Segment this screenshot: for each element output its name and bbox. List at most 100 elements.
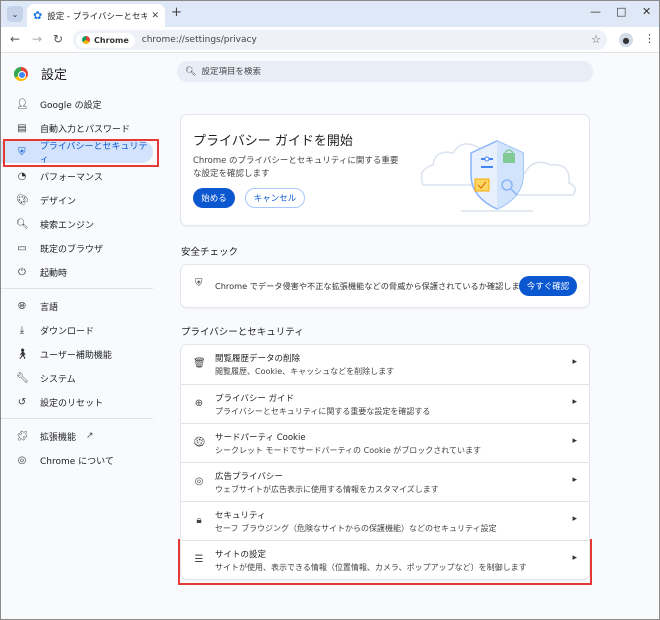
settings-search[interactable]: 🔍︎	[177, 61, 593, 82]
url-text[interactable]: chrome://settings/privacy	[142, 35, 257, 45]
privacy-section-heading: プライバシーとセキュリティ	[181, 327, 304, 338]
sidebar-item-label: パフォーマンス	[40, 172, 103, 183]
cookie-icon: 🍪︎	[193, 437, 206, 448]
row-title: 広告プライバシー	[215, 472, 283, 482]
sidebar-item-label: 起動時	[40, 268, 68, 279]
sidebar-item-on-startup[interactable]: ⏻ 起動時	[1, 261, 153, 283]
row-title: プライバシー ガイド	[215, 394, 295, 404]
maximize-button[interactable]: □	[616, 5, 626, 18]
privacy-guide-illustration	[420, 140, 576, 212]
row-ad-privacy[interactable]: ◎ 広告プライバシー ウェブサイトが広告表示に使用する情報をカスタマイズします …	[181, 462, 589, 501]
row-description: プライバシーとセキュリティに関する重要な設定を確認する	[215, 407, 431, 416]
safety-check-text: Chrome でデータ侵害や不正な拡張機能などの脅威から保護されているか確認しま…	[215, 281, 528, 291]
chevron-right-icon: ▸	[572, 436, 577, 446]
settings-page: 設定 🔍︎ 👤︎ Google の設定 ▤ 自動入力とパスワード ⛨ プライバシーとセ…	[1, 53, 659, 619]
gear-icon: ✿	[33, 9, 43, 22]
sidebar-item-label: ダウンロード	[40, 326, 95, 337]
start-guide-button[interactable]: 始める	[193, 188, 235, 208]
chip-label: Chrome	[94, 35, 129, 45]
active-tab[interactable]: ✿ 設定 - プライバシーとセキュリティ ✕	[27, 4, 165, 27]
privacy-guide-card: プライバシー ガイドを開始 Chrome のプライバシーとセキュリティに関する重…	[181, 115, 589, 225]
safety-check-button[interactable]: 今すぐ確認	[519, 276, 577, 296]
row-title: サードパーティ Cookie	[215, 433, 306, 443]
sidebar-item-label: 言語	[40, 302, 59, 313]
row-description: ウェブサイトが広告表示に使用する情報をカスタマイズします	[215, 485, 439, 494]
forward-button[interactable]: →	[32, 32, 42, 46]
chevron-right-icon: ▸	[572, 475, 577, 485]
close-window-button[interactable]: ✕	[642, 5, 651, 18]
chrome-icon	[82, 36, 90, 44]
trash-icon: 🗑︎	[193, 358, 206, 369]
settings-brand: 設定	[14, 64, 67, 83]
chevron-right-icon: ▸	[572, 357, 577, 367]
row-title: セキュリティ	[215, 511, 266, 521]
sidebar-item-reset[interactable]: ↺ 設定のリセット	[1, 391, 153, 413]
sidebar-item-accessibility[interactable]: 🚶︎ ユーザー補助機能	[1, 343, 153, 365]
cancel-guide-button[interactable]: キャンセル	[245, 188, 305, 208]
row-description: 閲覧履歴、Cookie、キャッシュなどを削除します	[215, 367, 395, 376]
row-security[interactable]: 🔒︎ セキュリティ セーフ ブラウジング（危険なサイトからの保護機能）などのセキ…	[181, 501, 589, 540]
site-info-chip[interactable]: Chrome	[76, 32, 135, 48]
chevron-right-icon: ▸	[572, 397, 577, 407]
sidebar-item-search-engine[interactable]: 🔍︎ 検索エンジン	[1, 213, 153, 235]
accessibility-icon: 🚶︎	[16, 348, 29, 360]
new-tab-button[interactable]: +	[171, 5, 182, 20]
safety-check-card: ⛨ Chrome でデータ侵害や不正な拡張機能などの脅威から保護されているか確認…	[181, 265, 589, 307]
chrome-icon: ◎	[17, 454, 27, 466]
sidebar-divider	[1, 288, 153, 289]
sidebar-item-label: 既定のブラウザ	[40, 244, 104, 255]
safety-check-heading: 安全チェック	[181, 247, 239, 258]
bookmark-star-icon[interactable]: ☆	[591, 33, 601, 46]
speedometer-icon: ◔	[17, 170, 27, 182]
profile-avatar[interactable]: ●	[619, 33, 633, 47]
close-tab-icon[interactable]: ✕	[151, 11, 159, 21]
row-description: サイトが使用、表示できる情報（位置情報、カメラ、ポップアップなど）を制御します	[215, 563, 527, 572]
reload-button[interactable]: ↻	[53, 32, 63, 46]
row-third-party-cookies[interactable]: 🍪︎ サードパーティ Cookie シークレット モードでサードパーティの Co…	[181, 423, 589, 462]
chevron-right-icon: ▸	[572, 553, 577, 563]
sidebar-item-system[interactable]: 🔧︎ システム	[1, 367, 153, 389]
search-input[interactable]	[201, 66, 582, 77]
back-button[interactable]: ←	[10, 32, 20, 46]
browser-icon: ▭	[17, 242, 27, 254]
tab-search-button[interactable]: ⌄	[7, 6, 23, 22]
row-title: 閲覧履歴データの削除	[215, 354, 301, 364]
lock-icon: 🔒︎	[196, 515, 202, 526]
sidebar-item-label: 設定のリセット	[40, 398, 104, 409]
minimize-button[interactable]: —	[590, 5, 601, 18]
external-link-icon: ↗	[86, 431, 94, 441]
history-icon: ↺	[17, 396, 27, 408]
sidebar-item-label: 検索エンジン	[40, 220, 95, 231]
person-icon: ●	[622, 35, 630, 45]
power-icon: ⏻	[18, 266, 26, 278]
sidebar-item-label: システム	[40, 374, 76, 385]
sidebar-item-autofill[interactable]: ▤ 自動入力とパスワード	[1, 117, 153, 139]
search-icon: 🔍︎	[16, 218, 29, 230]
row-clear-browsing-data[interactable]: 🗑︎ 閲覧履歴データの削除 閲覧履歴、Cookie、キャッシュなどを削除します …	[181, 345, 589, 384]
menu-kebab-icon[interactable]: ⋮	[644, 32, 655, 45]
palette-icon: 🎨︎	[16, 194, 29, 206]
sidebar-item-languages[interactable]: 🌐︎ 言語	[1, 295, 153, 317]
sidebar-item-performance[interactable]: ◔ パフォーマンス	[1, 165, 153, 187]
sidebar-divider	[1, 418, 153, 419]
ad-privacy-icon: ◎	[194, 476, 204, 487]
sidebar-item-downloads[interactable]: ⤓ ダウンロード	[1, 319, 153, 341]
tab-strip: ⌄ ✿ 設定 - プライバシーとセキュリティ ✕ + — □ ✕	[1, 1, 659, 27]
omnibox[interactable]: Chrome chrome://settings/privacy ☆	[73, 30, 607, 50]
sidebar-item-label: Chrome について	[40, 456, 114, 467]
shield-check-icon: ⛨	[195, 278, 203, 289]
sidebar-item-label: 自動入力とパスワード	[40, 124, 131, 135]
sidebar-item-appearance[interactable]: 🎨︎ デザイン	[1, 189, 153, 211]
sidebar-item-about[interactable]: ◎ Chrome について	[1, 449, 153, 471]
puzzle-icon: 🧩︎	[16, 430, 29, 442]
row-privacy-guide[interactable]: ⊕ プライバシー ガイド プライバシーとセキュリティに関する重要な設定を確認する…	[181, 384, 589, 423]
row-site-settings[interactable]: ☰ サイトの設定 サイトが使用、表示できる情報（位置情報、カメラ、ポップアップな…	[181, 540, 589, 579]
sidebar-item-extensions[interactable]: 🧩︎ 拡張機能 ↗	[1, 425, 153, 447]
sidebar-item-default-browser[interactable]: ▭ 既定のブラウザ	[1, 237, 153, 259]
row-description: シークレット モードでサードパーティの Cookie がブロックされています	[215, 446, 482, 455]
privacy-guide-title: プライバシー ガイドを開始	[193, 134, 353, 149]
sliders-icon: ☰	[194, 554, 204, 565]
privacy-guide-description: Chrome のプライバシーとセキュリティに関する重要な設定を確認します	[193, 156, 399, 179]
sidebar-item-google[interactable]: 👤︎ Google の設定	[1, 93, 153, 115]
page-title: 設定	[41, 68, 68, 83]
